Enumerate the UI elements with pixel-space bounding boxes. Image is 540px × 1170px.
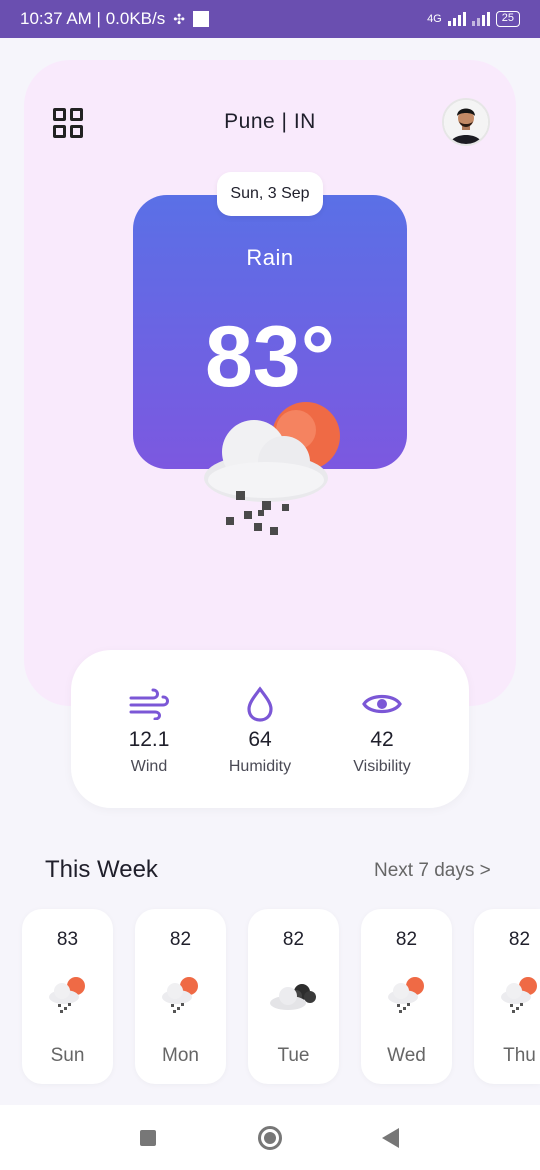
signal-icon xyxy=(447,12,466,26)
day-card-thu[interactable]: 82 Thu xyxy=(474,909,540,1084)
day-name: Thu xyxy=(503,1045,536,1066)
wind-value: 12.1 xyxy=(128,728,170,751)
day-card-mon[interactable]: 82 Mon xyxy=(135,909,226,1084)
rain-sun-icon xyxy=(501,977,537,1013)
stat-visibility: 42 Visibility xyxy=(322,686,442,776)
next-7-days-link[interactable]: Next 7 days > xyxy=(374,860,491,882)
rain-sun-icon xyxy=(162,977,198,1013)
status-time: 10:37 AM | 0.0KB/s xyxy=(20,9,166,28)
cloudy-icon xyxy=(270,984,316,1010)
day-card-sun[interactable]: 83 Sun xyxy=(22,909,113,1084)
stat-humidity: 64 Humidity xyxy=(200,686,320,776)
status-bar: 10:37 AM | 0.0KB/s ✣ 4G 25 xyxy=(0,0,540,38)
day-card-wed[interactable]: 82 Wed xyxy=(361,909,452,1084)
rain-sun-icon xyxy=(388,977,424,1013)
weather-condition: Rain xyxy=(246,245,294,270)
rain-sun-icon xyxy=(204,402,340,535)
humidity-value: 64 xyxy=(248,728,272,751)
back-button[interactable] xyxy=(382,1128,399,1148)
visibility-label: Visibility xyxy=(353,758,411,775)
day-temp: 82 xyxy=(169,929,192,950)
day-temp: 82 xyxy=(508,929,531,950)
stat-wind: 12.1 Wind xyxy=(89,686,209,776)
network-label: 4G xyxy=(427,13,442,25)
day-name: Tue xyxy=(277,1045,310,1066)
status-icons: 4G 25 xyxy=(427,11,520,27)
day-temp: 82 xyxy=(395,929,418,950)
fan-icon: ✣ xyxy=(173,10,185,27)
recents-button[interactable] xyxy=(140,1130,156,1146)
home-button[interactable] xyxy=(258,1126,282,1150)
week-title: This Week xyxy=(45,856,158,883)
current-temperature: 83° xyxy=(204,309,336,405)
date-pill: Sun, 3 Sep xyxy=(217,172,323,216)
wind-label: Wind xyxy=(130,758,168,775)
humidity-label: Humidity xyxy=(228,758,292,775)
day-temp: 83 xyxy=(56,929,79,950)
day-name: Sun xyxy=(50,1045,85,1066)
eye-icon xyxy=(322,686,442,722)
notification-icon xyxy=(192,11,209,27)
wind-icon xyxy=(89,686,209,722)
battery-icon: 25 xyxy=(495,11,520,27)
day-card-tue[interactable]: 82 Tue xyxy=(248,909,339,1084)
visibility-value: 42 xyxy=(370,728,394,751)
day-temp: 82 xyxy=(282,929,305,950)
rain-sun-icon xyxy=(49,977,85,1013)
signal-icon-2 xyxy=(471,12,490,26)
day-name: Wed xyxy=(387,1045,426,1066)
avatar[interactable] xyxy=(442,98,490,146)
drop-icon xyxy=(200,686,320,722)
day-name: Mon xyxy=(162,1045,199,1066)
